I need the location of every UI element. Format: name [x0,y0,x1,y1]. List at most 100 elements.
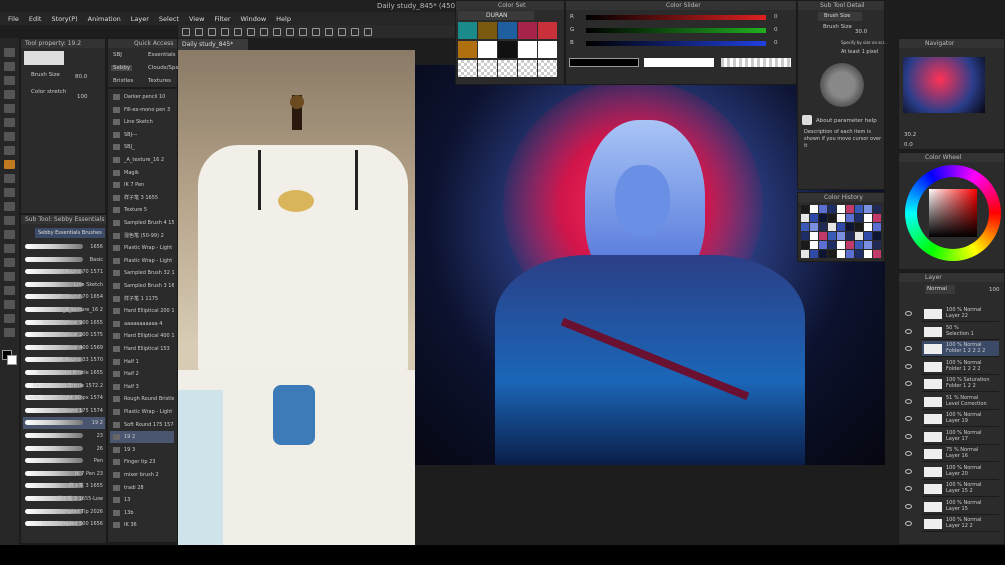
layer-row[interactable]: 100 % Normal Layer 15 2 [905,481,999,497]
figure-tool-icon[interactable] [4,258,15,267]
history-color[interactable] [864,205,872,213]
toolbar-icon[interactable] [195,27,203,36]
toolbar-icon[interactable] [351,27,359,36]
gradient-tool-icon[interactable] [4,244,15,253]
layer-row[interactable]: 100 % Normal Layer 22 [905,306,999,322]
brush-list-item[interactable]: Sampled Brush 3 1655 [110,280,174,292]
history-color[interactable] [801,223,809,231]
sub-tool-item[interactable]: 1656 [23,241,105,253]
history-color[interactable] [819,250,827,258]
color-swatch[interactable] [498,22,517,39]
toolbar-icon[interactable] [273,27,281,36]
history-color[interactable] [873,205,881,213]
qa-tab-textures[interactable]: Textures [148,78,171,84]
brush-list-item[interactable]: Sampled Brush 32 1656 [110,267,174,279]
sub-tool-item[interactable]: Soft Round 70 1654 [23,291,105,303]
visibility-eye-icon[interactable] [905,503,912,509]
brush-list-item[interactable]: Half 3 [110,381,174,393]
color-swatch[interactable] [518,41,537,58]
channel-slider[interactable] [586,15,766,20]
brush-list-item[interactable]: 13b [110,507,174,519]
sub-tool-item[interactable]: Basic [23,254,105,266]
history-color[interactable] [810,250,818,258]
brush-list-item[interactable]: 13 [110,494,174,506]
menu-view[interactable]: View [189,15,204,23]
toolbar-icon[interactable] [286,27,294,36]
history-color[interactable] [828,214,836,222]
layer-row[interactable]: 100 % Saturation Folder 1 2 2 [905,376,999,392]
history-color[interactable] [837,223,845,231]
history-color[interactable] [873,214,881,222]
history-color[interactable] [828,205,836,213]
blend-mode-select[interactable]: Normal [925,285,955,294]
toolbar-icon[interactable] [247,27,255,36]
brush-list-item[interactable]: Magik [110,167,174,179]
brush-tool-icon[interactable] [4,160,15,169]
channel-slider[interactable] [586,28,766,33]
sub-tool-item[interactable]: IK 7 Pen 23 [23,468,105,480]
sub-tool-item[interactable]: Rough Round Bristle 1572.2 [23,380,105,392]
brush-list-item[interactable]: Rough Round Bristle [110,393,174,405]
sub-tool-item[interactable]: 19 2 [23,417,105,430]
visibility-eye-icon[interactable] [905,521,912,526]
visibility-eye-icon[interactable] [905,433,912,439]
brush-list-item[interactable]: 样子笔 3 1655 [110,192,174,204]
history-color[interactable] [801,205,809,213]
history-color[interactable] [837,241,845,249]
channel-value[interactable]: 0 [774,40,778,46]
color-swatch[interactable] [478,41,497,58]
visibility-eye-icon[interactable] [905,328,912,334]
history-color[interactable] [855,205,863,213]
detail-option-2[interactable]: At least 1 pixel [841,49,878,55]
sub-tool-item[interactable]: 23 [23,430,105,442]
brush-list-item[interactable]: 混色笔 (50-99) 2 [110,230,174,242]
layer-row[interactable]: 51 % Normal Level Correction [905,394,999,410]
brush-list-item[interactable]: _A_texture_16 2 [110,154,174,166]
color-swatch-empty[interactable] [498,60,517,77]
sub-tool-item[interactable]: _A_texture_16 2 [23,304,105,316]
brush-list-item[interactable]: IK 36 [110,519,174,531]
visibility-eye-icon[interactable] [905,346,912,351]
history-color[interactable] [855,232,863,240]
pen-tool-icon[interactable] [4,132,15,141]
color-set-select[interactable]: DURAN [458,11,534,20]
brush-size-value[interactable]: 80.0 [75,74,87,80]
layer-row[interactable]: 100 % Normal Layer 17 [905,429,999,445]
detail-option-1[interactable]: Specify by size on scr... [841,40,888,45]
history-color[interactable] [819,205,827,213]
toolbar-icon[interactable] [325,27,333,36]
history-color[interactable] [810,232,818,240]
color-swatch-empty[interactable] [458,60,477,77]
history-color[interactable] [801,214,809,222]
airbrush-tool-icon[interactable] [4,174,15,183]
layer-row[interactable]: 100 % Normal Folder 1 2 2 2 [905,359,999,375]
sub-tool-item[interactable]: Plastic Wrap - Light 90 px 1574 [23,392,105,404]
balloon-tool-icon[interactable] [4,314,15,323]
history-color[interactable] [864,232,872,240]
visibility-eye-icon[interactable] [905,468,912,474]
layer-row[interactable]: 100 % Normal Layer 19 [905,411,999,427]
color-swatch-empty[interactable] [518,60,537,77]
brush-list-item[interactable]: Half 2 [110,368,174,380]
color-swatch[interactable] [458,41,477,58]
brush-list-item[interactable]: Half 1 [110,356,174,368]
ruler-tool-icon[interactable] [4,286,15,295]
sub-tool-item[interactable]: Hard Elliptical 200 1575 [23,329,105,341]
sub-tool-item[interactable]: Sampled Tip 2026 [23,506,105,518]
history-color[interactable] [810,223,818,231]
detail-brush-size-value[interactable]: 30.0 [855,29,867,35]
brush-list-item[interactable]: SBJ_ [110,141,174,153]
history-color[interactable] [846,223,854,231]
correct-line-tool-icon[interactable] [4,328,15,337]
text-tool-icon[interactable] [4,300,15,309]
visibility-eye-icon[interactable] [905,416,912,421]
sub-tool-item[interactable]: Line Sketch [23,279,105,291]
history-color[interactable] [846,232,854,240]
history-color[interactable] [837,214,845,222]
brush-list-item[interactable]: Hard Elliptical 400 1160 [110,330,174,342]
brush-list-item[interactable]: Line Sketch [110,116,174,128]
menu-help[interactable]: Help [276,15,291,23]
selection-tool-icon[interactable] [4,90,15,99]
visibility-eye-icon[interactable] [905,311,912,316]
history-color[interactable] [801,241,809,249]
